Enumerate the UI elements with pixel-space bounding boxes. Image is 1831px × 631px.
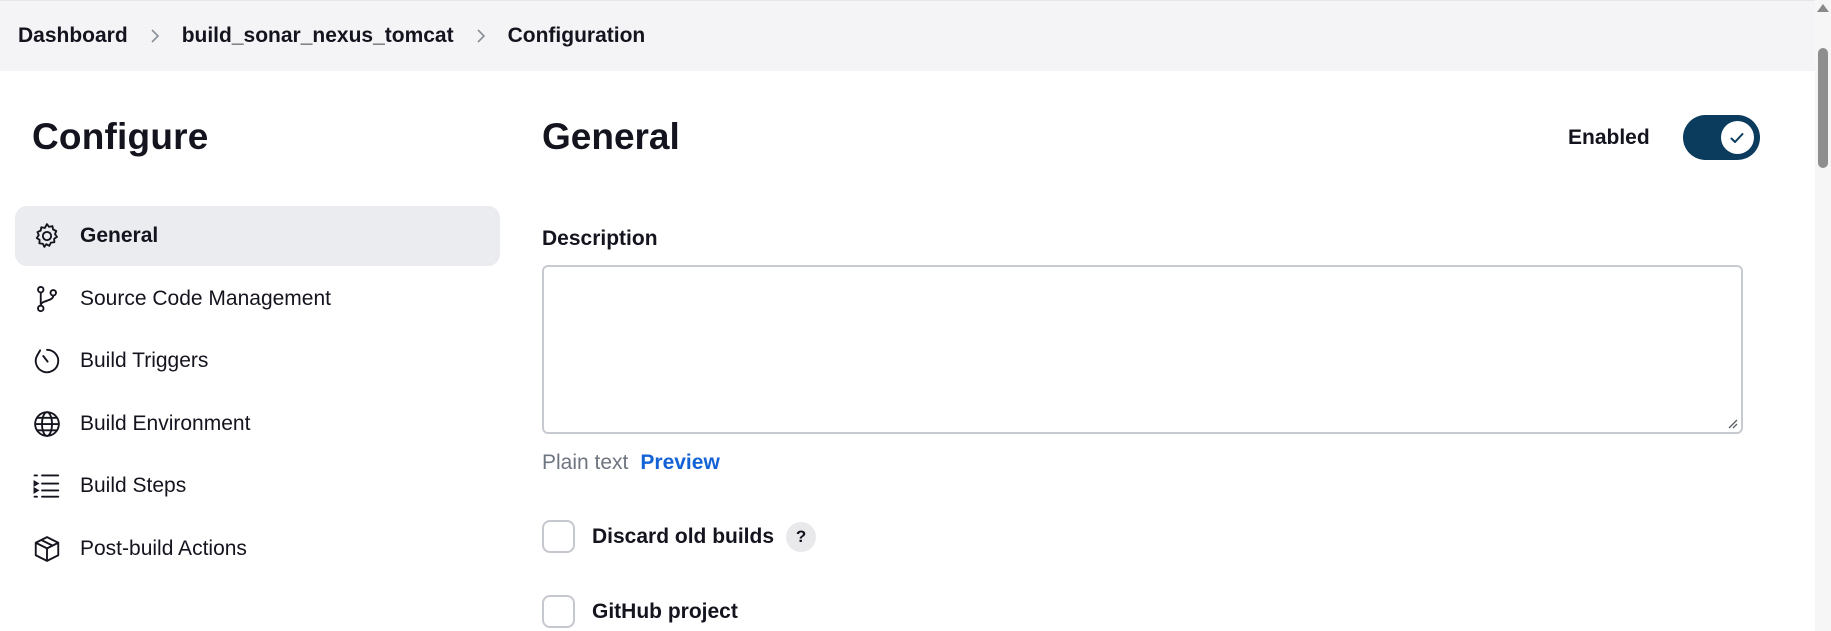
sidebar-item-source-code-management[interactable]: Source Code Management — [15, 269, 500, 329]
clock-icon — [31, 345, 63, 377]
sidebar-item-build-environment[interactable]: Build Environment — [15, 394, 500, 454]
breadcrumb-dashboard[interactable]: Dashboard — [18, 24, 128, 48]
vertical-scrollbar[interactable] — [1815, 0, 1831, 631]
github-project-row: GitHub project — [542, 595, 738, 628]
sidebar-item-build-triggers[interactable]: Build Triggers — [15, 331, 500, 391]
sidebar-item-label: Build Environment — [80, 411, 251, 435]
sidebar-item-label: General — [80, 224, 159, 247]
sidebar-item-general[interactable]: General — [15, 206, 500, 266]
plain-text-label: Plain text — [542, 451, 629, 474]
globe-icon — [31, 408, 63, 440]
sidebar-item-label: Build Steps — [80, 474, 187, 497]
sidebar-item-build-steps[interactable]: Build Steps — [15, 456, 500, 516]
sidebar-item-label: Post-build Actions — [80, 536, 247, 560]
git-branch-icon — [31, 283, 63, 315]
discard-old-builds-checkbox[interactable] — [542, 520, 575, 553]
toggle-knob — [1720, 121, 1754, 154]
breadcrumb-job[interactable]: build_sonar_nexus_tomcat — [182, 24, 454, 48]
help-icon[interactable]: ? — [786, 521, 817, 552]
checkmark-icon — [1730, 132, 1744, 143]
description-format: Plain text Preview — [542, 451, 720, 475]
enabled-label: Enabled — [1568, 125, 1650, 149]
discard-old-builds-row: Discard old builds ? — [542, 520, 817, 553]
resize-handle-icon[interactable] — [1726, 417, 1738, 429]
sidebar-item-label: Source Code Management — [80, 286, 331, 310]
enabled-control: Enabled — [1568, 115, 1760, 160]
package-icon — [31, 533, 63, 565]
github-project-label[interactable]: GitHub project — [592, 600, 738, 624]
list-steps-icon — [31, 470, 63, 502]
breadcrumb: Dashboard build_sonar_nexus_tomcat Confi… — [0, 0, 1815, 71]
sidebar-item-label: Build Triggers — [80, 349, 209, 372]
sidebar-nav: General Source Code Management Build Tri… — [15, 206, 500, 581]
enabled-toggle[interactable] — [1682, 115, 1760, 160]
breadcrumb-configuration[interactable]: Configuration — [508, 24, 646, 48]
scrollbar-thumb[interactable] — [1818, 48, 1828, 168]
discard-old-builds-label[interactable]: Discard old builds — [592, 525, 774, 549]
scroll-up-arrow-icon[interactable] — [1817, 4, 1829, 12]
description-label: Description — [542, 227, 658, 250]
github-project-checkbox[interactable] — [542, 595, 575, 628]
sidebar-item-post-build-actions[interactable]: Post-build Actions — [15, 519, 500, 579]
description-textarea[interactable] — [542, 265, 1743, 434]
section-title: General — [542, 116, 680, 157]
sidebar-title: Configure — [32, 116, 209, 157]
gear-icon — [31, 220, 63, 252]
preview-link[interactable]: Preview — [640, 451, 719, 475]
chevron-right-icon — [128, 29, 182, 43]
chevron-right-icon — [454, 29, 508, 43]
